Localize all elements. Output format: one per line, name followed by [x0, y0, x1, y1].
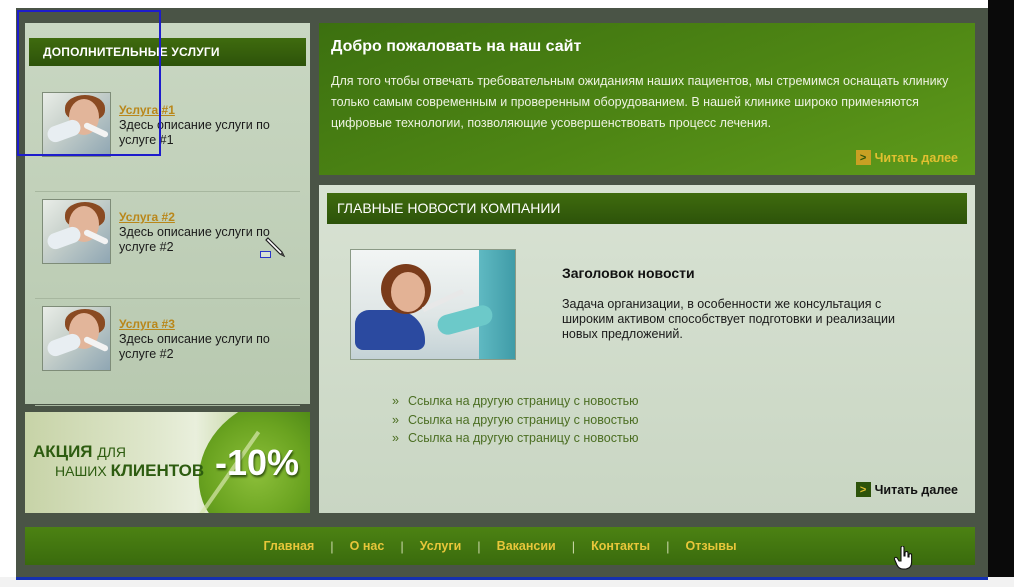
news-link[interactable]: Ссылка на другую страницу с новостью — [408, 394, 639, 408]
photo-glove — [45, 331, 83, 359]
service-image[interactable] — [42, 199, 111, 264]
bullet-icon: » — [392, 431, 399, 445]
promo-word: НАШИХ — [55, 463, 107, 479]
news-links-list: » Ссылка на другую страницу с новостью » С… — [392, 392, 639, 448]
nav-reviews[interactable]: Отзывы — [685, 539, 736, 553]
promo-line-2: НАШИХ КЛИЕНТОВ — [55, 461, 204, 481]
bottom-strip — [0, 577, 1014, 587]
promo-banner[interactable]: АКЦИЯ ДЛЯ НАШИХ КЛИЕНТОВ -10% — [25, 412, 310, 513]
nav-vacancies[interactable]: Вакансии — [497, 539, 556, 553]
news-link[interactable]: Ссылка на другую страницу с новостью — [408, 413, 639, 427]
top-border — [0, 0, 1014, 4]
photo-face — [391, 272, 425, 312]
footer-nav: Главная | О нас | Услуги | Вакансии | Ко… — [25, 527, 975, 565]
promo-word: КЛИЕНТОВ — [110, 461, 205, 480]
service-item: Услуга #3 Здесь описание услуги по услуг… — [35, 306, 300, 406]
news-link-item: » Ссылка на другую страницу с новостью — [392, 411, 639, 430]
service-description: Здесь описание услуги по услуге #2 — [119, 332, 270, 361]
read-more-link[interactable]: > Читать далее — [855, 150, 958, 165]
photo-chair — [355, 310, 425, 350]
promo-line-1: АКЦИЯ ДЛЯ — [33, 442, 126, 462]
bullet-icon: » — [392, 394, 399, 408]
nav-separator: | — [571, 538, 576, 554]
news-title: Заголовок новости — [562, 265, 695, 281]
news-section-title: ГЛАВНЫЕ НОВОСТИ КОМПАНИИ — [327, 193, 967, 224]
pencil-cursor-icon — [265, 237, 286, 257]
welcome-title: Добро пожаловать на наш сайт — [331, 38, 582, 55]
read-more-label: Читать далее — [874, 482, 958, 497]
photo-glove — [45, 224, 83, 252]
welcome-text: Для того чтобы отвечать требовательным о… — [331, 74, 949, 130]
nav-separator: | — [666, 538, 670, 554]
promo-word: АКЦИЯ — [33, 442, 93, 461]
nav-about[interactable]: О нас — [350, 539, 385, 553]
news-link[interactable]: Ссылка на другую страницу с новостью — [408, 431, 639, 445]
service-item: Услуга #2 Здесь описание услуги по услуг… — [35, 199, 300, 299]
nav-separator: | — [400, 538, 404, 554]
arrow-right-icon: > — [855, 150, 871, 165]
window-edge — [988, 0, 1014, 587]
nav-contacts[interactable]: Контакты — [591, 539, 650, 553]
bullet-icon: » — [392, 412, 399, 427]
arrow-right-icon: > — [855, 482, 871, 497]
news-panel: ГЛАВНЫЕ НОВОСТИ КОМПАНИИ Заголовок новос… — [319, 185, 975, 513]
nav-separator: | — [330, 538, 334, 554]
selection-rectangle — [17, 10, 161, 156]
welcome-panel: Добро пожаловать на наш сайт Для того чт… — [319, 23, 975, 175]
promo-word: ДЛЯ — [97, 444, 127, 460]
news-text: Задача организации, в особенности же кон… — [562, 297, 895, 341]
service-image[interactable] — [42, 306, 111, 371]
read-more-link[interactable]: > Читать далее — [855, 482, 958, 497]
nav-services[interactable]: Услуги — [420, 539, 462, 553]
read-more-label: Читать далее — [874, 150, 958, 165]
hand-cursor-icon — [894, 546, 913, 570]
service-title-link[interactable]: Услуга #2 — [119, 210, 175, 224]
nav-home[interactable]: Главная — [263, 539, 314, 553]
news-link-item: » Ссылка на другую страницу с новостью — [392, 429, 639, 448]
nav-separator: | — [477, 538, 481, 554]
promo-discount: -10% — [215, 442, 300, 483]
service-title-link[interactable]: Услуга #3 — [119, 317, 175, 331]
news-image[interactable] — [350, 249, 516, 360]
news-link-item: » Ссылка на другую страницу с новостью — [392, 392, 639, 411]
bottom-blue-line — [16, 577, 988, 580]
